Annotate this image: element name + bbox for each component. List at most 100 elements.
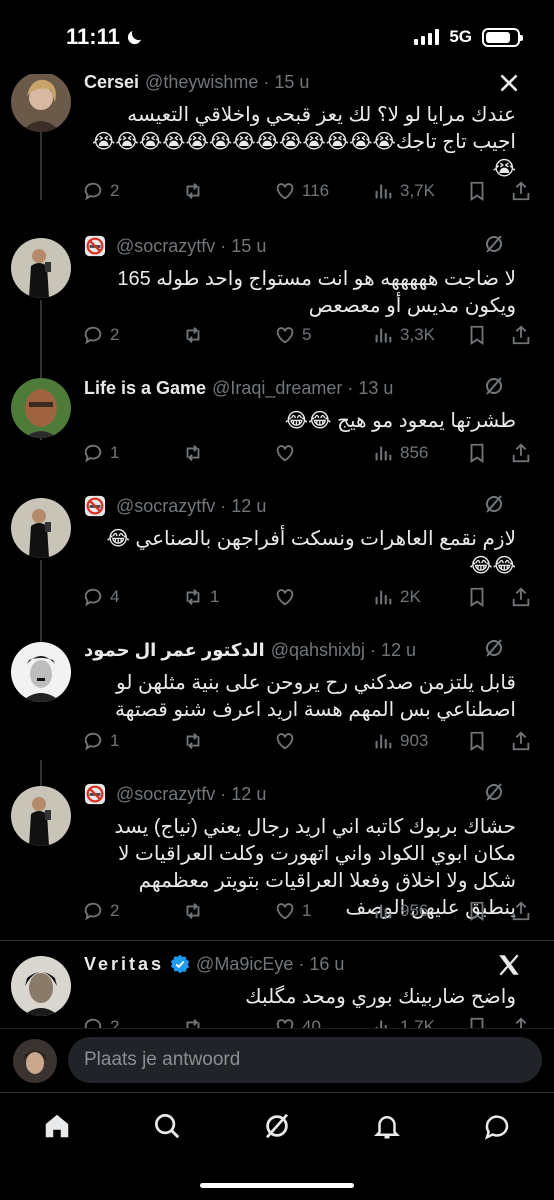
share-icon: [512, 731, 530, 751]
display-name[interactable]: Cersei: [84, 72, 139, 93]
avatar[interactable]: [11, 238, 71, 298]
reply-button[interactable]: 2: [82, 1016, 119, 1028]
bookmark-button[interactable]: [466, 1016, 488, 1028]
handle[interactable]: @qahshixbj: [271, 640, 365, 661]
notifications-icon[interactable]: [372, 1111, 402, 1141]
avatar[interactable]: [11, 498, 71, 558]
reply-button[interactable]: 1: [82, 730, 119, 752]
heart-icon: [276, 903, 294, 920]
retweet-button[interactable]: [182, 180, 210, 202]
share-button[interactable]: [510, 1016, 532, 1028]
views-button[interactable]: 2K: [372, 586, 421, 608]
display-name[interactable]: الدكتور عمر ال حمود: [84, 640, 265, 661]
avatar[interactable]: [11, 72, 71, 132]
timestamp[interactable]: 16 u: [309, 954, 344, 975]
home-indicator[interactable]: [200, 1183, 354, 1188]
share-button[interactable]: [510, 324, 532, 346]
bookmark-button[interactable]: [466, 730, 488, 752]
home-icon[interactable]: [42, 1111, 72, 1141]
timestamp[interactable]: 15 u: [231, 236, 266, 257]
replies-feed[interactable]: Cersei @theywishme · 15 u عندك مرايا لو …: [0, 60, 554, 1028]
views-button[interactable]: 3,7K: [372, 180, 435, 202]
bookmark-button[interactable]: [466, 442, 488, 464]
share-button[interactable]: [510, 586, 532, 608]
like-button[interactable]: 116: [274, 180, 329, 202]
like-button[interactable]: 1: [274, 900, 311, 922]
x-logo-icon: [499, 954, 519, 976]
timestamp[interactable]: 12 u: [381, 640, 416, 661]
retweet-icon: [186, 445, 200, 461]
handle[interactable]: @socrazytfv: [116, 784, 215, 805]
reply-button[interactable]: 1: [82, 442, 119, 464]
avatar[interactable]: [11, 642, 71, 702]
retweet-button[interactable]: [182, 324, 210, 346]
avatar[interactable]: [11, 378, 71, 438]
share-button[interactable]: [510, 180, 532, 202]
tweet-header: @socrazytfv · 12 u: [84, 780, 534, 808]
handle[interactable]: @socrazytfv: [116, 496, 215, 517]
share-button[interactable]: [510, 730, 532, 752]
handle[interactable]: @theywishme: [145, 72, 258, 93]
retweet-button[interactable]: [182, 1016, 210, 1028]
view-count: 3,3K: [400, 325, 435, 344]
reply-tweet[interactable]: @socrazytfv · 15 u لا ضاجت هههههه هو انت…: [0, 232, 554, 382]
like-count: 1: [302, 901, 312, 920]
reply-count: 1: [110, 731, 120, 750]
bookmark-button[interactable]: [466, 324, 488, 346]
views-button[interactable]: 903: [372, 730, 428, 752]
views-button[interactable]: 1,7K: [372, 1016, 435, 1028]
retweet-icon: [186, 589, 200, 605]
dot-separator: ·: [365, 639, 382, 660]
reply-button[interactable]: 2: [82, 180, 119, 202]
retweet-button[interactable]: [182, 900, 210, 922]
tweet-header: Life is a Game @Iraqi_dreamer · 13 u: [84, 374, 534, 402]
reply-button[interactable]: 4: [82, 586, 119, 608]
views-button[interactable]: 3,3K: [372, 324, 435, 346]
grok-icon[interactable]: [262, 1111, 292, 1141]
avatar[interactable]: [11, 956, 71, 1016]
reply-input[interactable]: [68, 1037, 542, 1083]
like-button[interactable]: [274, 442, 302, 464]
reply-button[interactable]: 2: [82, 324, 119, 346]
reply-button[interactable]: 2: [82, 900, 119, 922]
handle[interactable]: @socrazytfv: [116, 236, 215, 257]
tweet-content: @socrazytfv · 12 u لازم نقمع العاهرات ون…: [84, 492, 534, 580]
views-button[interactable]: 856: [372, 442, 428, 464]
timestamp[interactable]: 12 u: [231, 784, 266, 805]
retweet-button[interactable]: [182, 730, 210, 752]
grok-icon[interactable]: [482, 636, 506, 660]
reply-tweet[interactable]: @socrazytfv · 12 u لازم نقمع العاهرات ون…: [0, 492, 554, 642]
like-button[interactable]: 40: [274, 1016, 321, 1028]
user-avatar[interactable]: [13, 1039, 57, 1083]
search-icon[interactable]: [152, 1111, 182, 1141]
grok-icon[interactable]: [482, 780, 506, 804]
timestamp[interactable]: 12 u: [231, 496, 266, 517]
share-icon: [512, 181, 530, 201]
status-time: 11:11: [66, 24, 144, 50]
handle[interactable]: @Ma9icEye: [196, 954, 293, 975]
handle[interactable]: @Iraqi_dreamer: [212, 378, 342, 399]
bookmark-button[interactable]: [466, 900, 488, 922]
retweet-button[interactable]: [182, 442, 210, 464]
grok-icon[interactable]: [482, 492, 506, 516]
like-button[interactable]: 5: [274, 324, 311, 346]
like-button[interactable]: [274, 730, 302, 752]
avatar[interactable]: [11, 786, 71, 846]
timestamp[interactable]: 15 u: [274, 72, 309, 93]
grok-icon[interactable]: [482, 232, 506, 256]
like-button[interactable]: [274, 586, 302, 608]
bookmark-button[interactable]: [466, 180, 488, 202]
share-button[interactable]: [510, 900, 532, 922]
bookmark-button[interactable]: [466, 586, 488, 608]
no-smoking-icon: [84, 235, 106, 257]
views-icon: [375, 446, 392, 461]
retweet-button[interactable]: 1: [182, 586, 219, 608]
grok-icon[interactable]: [482, 374, 506, 398]
share-button[interactable]: [510, 442, 532, 464]
display-name[interactable]: Life is a Game: [84, 378, 206, 399]
display-name[interactable]: Veritas: [84, 954, 164, 975]
views-button[interactable]: 956: [372, 900, 428, 922]
messages-icon[interactable]: [482, 1111, 512, 1141]
reply-tweet[interactable]: الدكتور عمر ال حمود @qahshixbj · 12 u قا…: [0, 636, 554, 786]
timestamp[interactable]: 13 u: [358, 378, 393, 399]
